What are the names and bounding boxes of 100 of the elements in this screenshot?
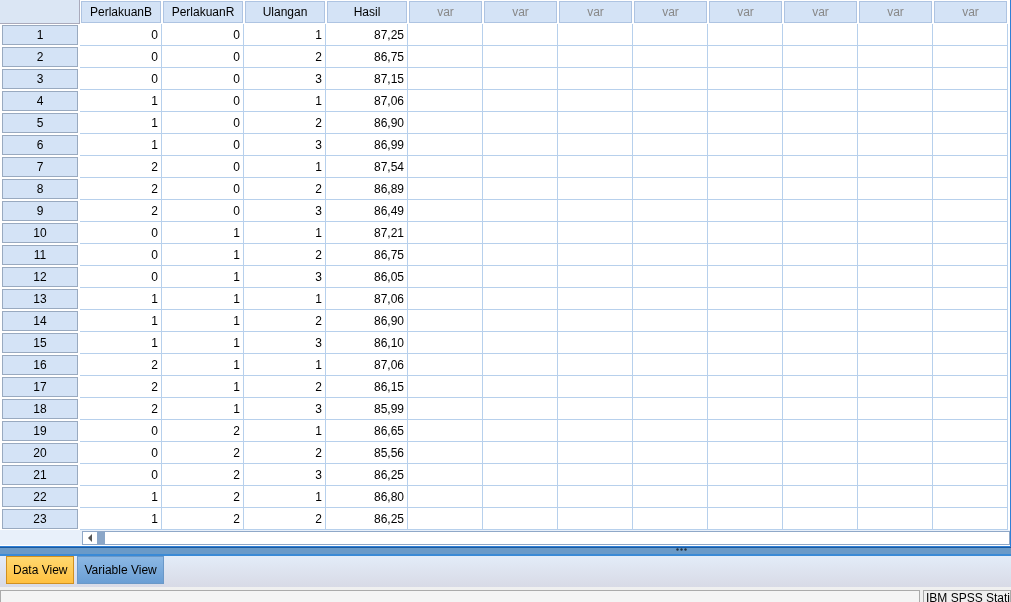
empty-cell[interactable] [933, 398, 1008, 420]
empty-cell[interactable] [408, 112, 483, 134]
empty-cell[interactable] [858, 222, 933, 244]
empty-cell[interactable] [633, 420, 708, 442]
empty-cell[interactable] [933, 486, 1008, 508]
empty-cell[interactable] [408, 90, 483, 112]
empty-cell[interactable] [708, 244, 783, 266]
empty-cell[interactable] [558, 90, 633, 112]
empty-cell[interactable] [783, 442, 858, 464]
row-header[interactable]: 5 [2, 113, 78, 133]
row-header[interactable]: 21 [2, 465, 78, 485]
empty-cell[interactable] [933, 68, 1008, 90]
empty-cell[interactable] [483, 332, 558, 354]
empty-cell[interactable] [633, 68, 708, 90]
empty-cell[interactable] [558, 156, 633, 178]
empty-cell[interactable] [483, 464, 558, 486]
empty-cell[interactable] [558, 464, 633, 486]
empty-cell[interactable] [933, 442, 1008, 464]
empty-cell[interactable] [408, 266, 483, 288]
empty-cell[interactable] [558, 266, 633, 288]
horizontal-scrollbar[interactable] [82, 531, 1010, 545]
empty-cell[interactable] [708, 24, 783, 46]
empty-cell[interactable] [858, 134, 933, 156]
empty-cell[interactable] [483, 354, 558, 376]
empty-cell[interactable] [858, 46, 933, 68]
empty-cell[interactable] [558, 68, 633, 90]
empty-cell[interactable] [933, 244, 1008, 266]
grip-icon[interactable] [676, 548, 687, 551]
empty-cell[interactable] [783, 266, 858, 288]
empty-cell[interactable] [483, 222, 558, 244]
empty-cell[interactable] [408, 376, 483, 398]
empty-cell[interactable] [858, 332, 933, 354]
column-header[interactable]: Ulangan [245, 1, 325, 23]
empty-cell[interactable] [408, 398, 483, 420]
empty-cell[interactable] [633, 442, 708, 464]
empty-cell[interactable] [783, 90, 858, 112]
empty-cell[interactable] [933, 46, 1008, 68]
empty-cell[interactable] [933, 288, 1008, 310]
empty-cell[interactable] [783, 178, 858, 200]
empty-cell[interactable] [408, 68, 483, 90]
empty-cell[interactable] [408, 288, 483, 310]
empty-cell[interactable] [933, 354, 1008, 376]
row-header[interactable]: 8 [2, 179, 78, 199]
empty-cell[interactable] [408, 332, 483, 354]
empty-cell[interactable] [483, 244, 558, 266]
empty-cell[interactable] [558, 486, 633, 508]
empty-cell[interactable] [558, 134, 633, 156]
empty-cell[interactable] [783, 112, 858, 134]
empty-cell[interactable] [858, 90, 933, 112]
row-header[interactable]: 12 [2, 267, 78, 287]
empty-cell[interactable] [558, 178, 633, 200]
empty-cell[interactable] [558, 288, 633, 310]
empty-cell[interactable] [708, 46, 783, 68]
empty-cell[interactable] [708, 442, 783, 464]
empty-cell[interactable] [633, 464, 708, 486]
empty-cell[interactable] [483, 420, 558, 442]
row-header[interactable]: 19 [2, 421, 78, 441]
row-header[interactable]: 20 [2, 443, 78, 463]
empty-cell[interactable] [483, 68, 558, 90]
empty-cell[interactable] [858, 68, 933, 90]
empty-cell[interactable] [858, 310, 933, 332]
empty-cell[interactable] [783, 332, 858, 354]
empty-cell[interactable] [708, 134, 783, 156]
empty-cell[interactable] [783, 398, 858, 420]
empty-cell[interactable] [933, 332, 1008, 354]
empty-cell[interactable] [708, 178, 783, 200]
row-header[interactable]: 16 [2, 355, 78, 375]
empty-cell[interactable] [708, 156, 783, 178]
scroll-thumb[interactable] [97, 532, 105, 544]
empty-cell[interactable] [858, 112, 933, 134]
empty-cell[interactable] [783, 222, 858, 244]
empty-cell[interactable] [783, 310, 858, 332]
empty-cell[interactable] [483, 46, 558, 68]
empty-cell[interactable] [408, 134, 483, 156]
empty-cell[interactable] [933, 24, 1008, 46]
empty-cell[interactable] [408, 420, 483, 442]
empty-cell[interactable] [483, 156, 558, 178]
empty-cell[interactable] [858, 288, 933, 310]
empty-cell[interactable] [633, 310, 708, 332]
row-header[interactable]: 14 [2, 311, 78, 331]
empty-cell[interactable] [933, 90, 1008, 112]
empty-cell[interactable] [558, 46, 633, 68]
empty-cell[interactable] [408, 442, 483, 464]
empty-cell[interactable] [633, 112, 708, 134]
empty-cell[interactable] [783, 244, 858, 266]
empty-cell[interactable] [558, 398, 633, 420]
empty-cell[interactable] [783, 486, 858, 508]
empty-cell[interactable] [408, 222, 483, 244]
empty-cell[interactable] [408, 464, 483, 486]
empty-cell[interactable] [933, 134, 1008, 156]
empty-cell[interactable] [633, 178, 708, 200]
row-header[interactable]: 2 [2, 47, 78, 67]
empty-cell[interactable] [708, 420, 783, 442]
empty-cell[interactable] [708, 376, 783, 398]
empty-cell[interactable] [633, 354, 708, 376]
empty-cell[interactable] [933, 156, 1008, 178]
empty-cell[interactable] [708, 266, 783, 288]
empty-cell[interactable] [408, 178, 483, 200]
empty-cell[interactable] [858, 178, 933, 200]
empty-cell[interactable] [558, 310, 633, 332]
